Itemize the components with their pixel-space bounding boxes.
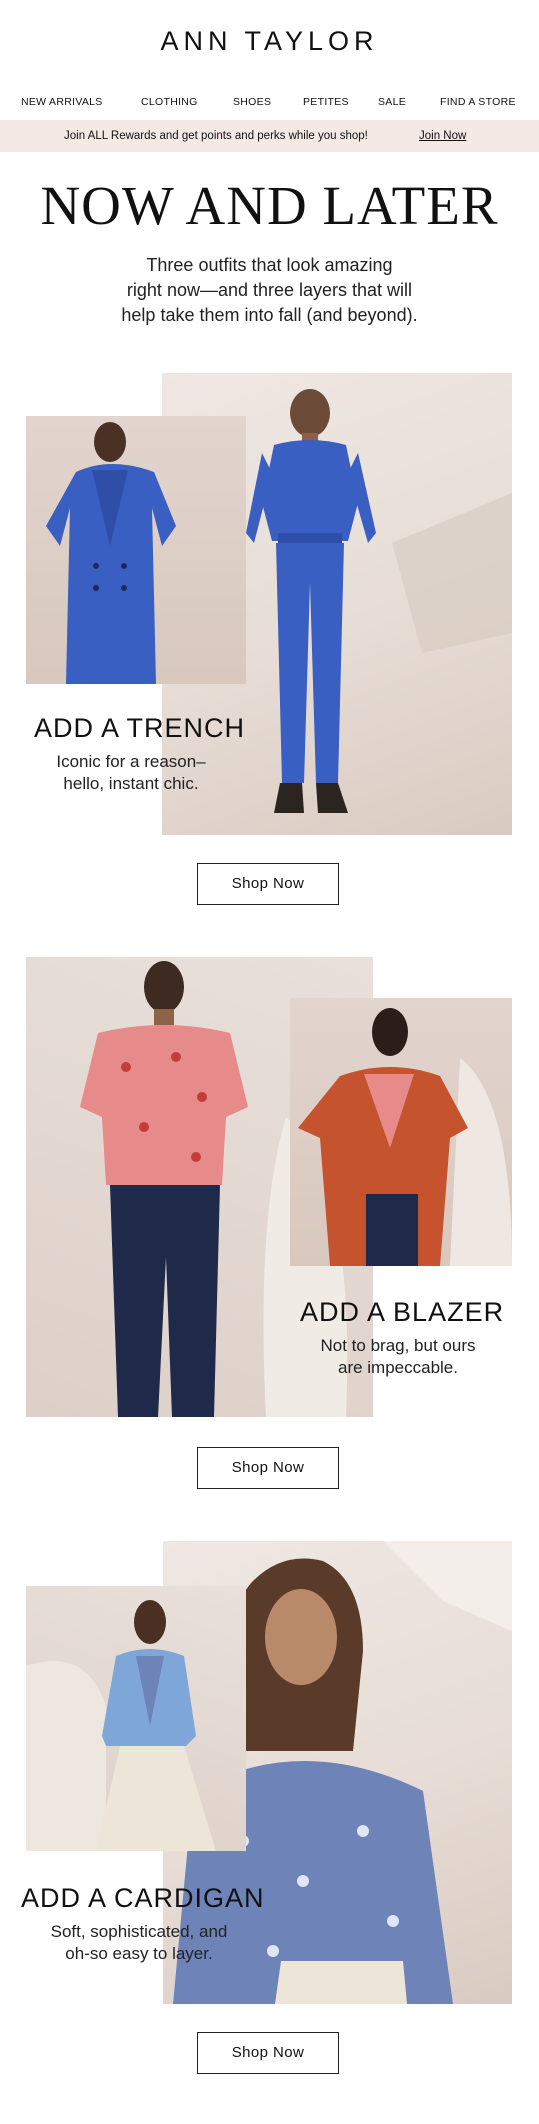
subtitle-line: oh-so easy to layer.	[65, 1944, 213, 1963]
shop-now-button-cardigan[interactable]: Shop Now	[197, 2032, 339, 2074]
intro-line: help take them into fall (and beyond).	[121, 305, 418, 325]
nav-item-find-a-store[interactable]: FIND A STORE	[440, 96, 516, 108]
intro-line: right now—and three layers that will	[126, 280, 413, 300]
trench-inset-photo[interactable]	[26, 416, 246, 684]
section-title-blazer: ADD A BLAZER	[300, 1297, 505, 1327]
shop-now-button-blazer[interactable]: Shop Now	[197, 1447, 339, 1489]
nav-item-sale[interactable]: SALE	[378, 96, 406, 108]
subtitle-line: Iconic for a reason–	[56, 752, 206, 771]
brand-logo[interactable]: ANN TAYLOR	[0, 26, 539, 57]
subtitle-line: Soft, sophisticated, and	[50, 1922, 228, 1941]
join-now-link[interactable]: Join Now	[419, 130, 466, 142]
intro-text: Three outfits that look amazing right no…	[80, 253, 459, 328]
nav-item-clothing[interactable]: CLOTHING	[141, 96, 198, 108]
blazer-inset-photo[interactable]	[290, 998, 512, 1266]
model-trench-coat-image	[46, 422, 176, 684]
intro-line: Three outfits that look amazing	[146, 255, 393, 275]
section-title-cardigan: ADD A CARDIGAN	[21, 1883, 265, 1913]
nav-item-petites[interactable]: PETITES	[303, 96, 349, 108]
subtitle-line: hello, instant chic.	[63, 774, 199, 793]
rewards-banner-text: Join ALL Rewards and get points and perk…	[64, 130, 368, 142]
section-subtitle-blazer: Not to brag, but ours are impeccable.	[291, 1335, 505, 1379]
page-headline: NOW AND LATER	[40, 175, 499, 236]
section-subtitle-cardigan: Soft, sophisticated, and oh-so easy to l…	[26, 1921, 252, 1965]
rewards-banner: Join ALL Rewards and get points and perk…	[0, 120, 539, 152]
main-nav: NEW ARRIVALS CLOTHING SHOES PETITES SALE…	[0, 96, 539, 116]
model-blue-cardigan-image	[26, 1600, 216, 1851]
section-title-trench: ADD A TRENCH	[34, 713, 246, 743]
subtitle-line: Not to brag, but ours	[320, 1336, 476, 1355]
section-subtitle-trench: Iconic for a reason– hello, instant chic…	[26, 751, 236, 795]
shop-now-button-trench[interactable]: Shop Now	[197, 863, 339, 905]
nav-item-shoes[interactable]: SHOES	[233, 96, 271, 108]
cardigan-inset-photo[interactable]	[26, 1586, 246, 1851]
model-rust-blazer-image	[298, 1008, 512, 1266]
subtitle-line: are impeccable.	[337, 1358, 458, 1377]
nav-item-new-arrivals[interactable]: NEW ARRIVALS	[21, 96, 103, 108]
